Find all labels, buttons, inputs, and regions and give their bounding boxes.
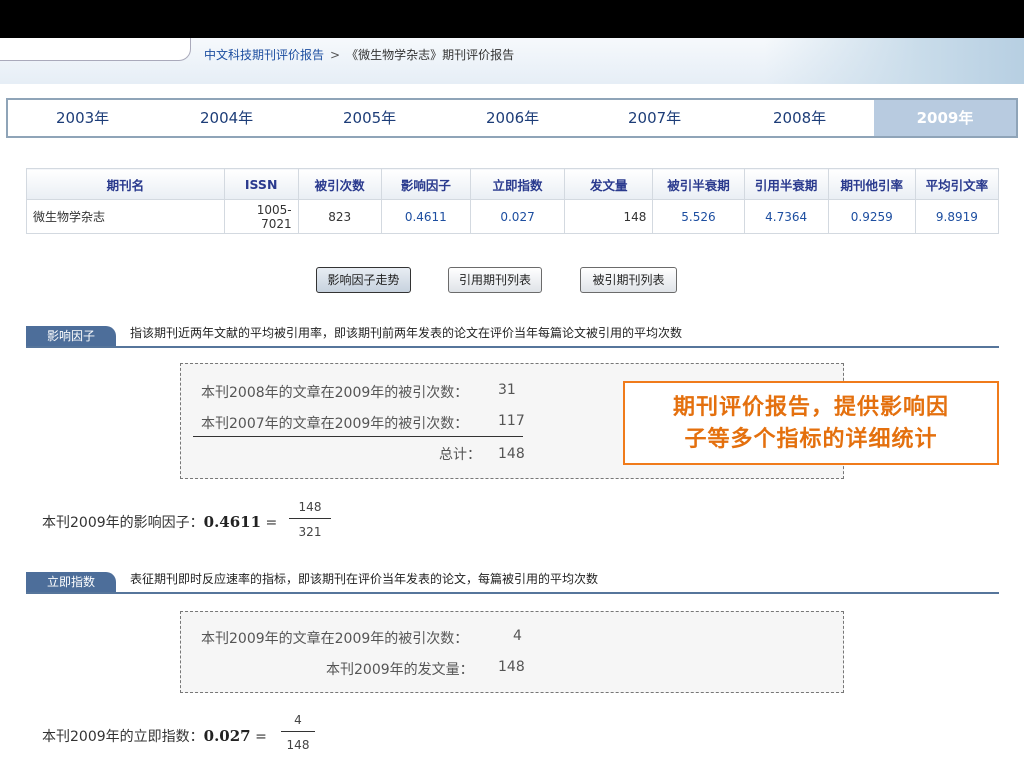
header-tab-decoration xyxy=(0,38,191,61)
tab-year-2005[interactable]: 2005年 xyxy=(343,100,396,136)
cell-cited-half-life: 5.526 xyxy=(652,199,745,234)
impact-formula-value: 0.4611 xyxy=(203,513,262,531)
breadcrumb: 中文科技期刊评价报告 > 《微生物学杂志》期刊评价报告 xyxy=(204,46,514,63)
cited-journals-button[interactable]: 被引期刊列表 xyxy=(580,267,677,293)
immediacy-calculation-box: 本刊2009年的文章在2009年的被引次数： 4 本刊2009年的发文量： 14… xyxy=(180,611,844,693)
impact-formula-equals: = xyxy=(265,515,278,531)
table-row: 微生物学杂志 1005-7021 823 0.4611 0.027 148 5.… xyxy=(26,199,1000,234)
header-citing-half-life: 引用半衰期 xyxy=(743,168,829,200)
cell-citing-half-life: 4.7364 xyxy=(743,199,829,234)
breadcrumb-current: 《微生物学杂志》期刊评价报告 xyxy=(346,48,515,62)
immediacy-fraction: 4 148 xyxy=(281,713,315,752)
tab-year-2006[interactable]: 2006年 xyxy=(486,100,539,136)
impact-formula-prefix: 本刊2009年的影响因子： xyxy=(42,515,204,531)
impact-row-2007-value: 117 xyxy=(498,413,525,429)
immediacy-row-citations-label: 本刊2009年的文章在2009年的被引次数： xyxy=(201,631,469,647)
immediacy-row-citations-value: 4 xyxy=(513,628,522,644)
immediacy-denominator: 148 xyxy=(286,738,310,752)
table-header-row: 期刊名 ISSN 被引次数 影响因子 立即指数 发文量 被引半衰期 引用半衰期 … xyxy=(26,168,1000,200)
immediacy-description: 表征期刊即时反应速率的指标，即该期刊在评价当年发表的论文，每篇被引用的平均次数 xyxy=(130,572,599,586)
immediacy-formula-equals: = xyxy=(255,729,267,745)
cell-avg-reference-rate: 9.8919 xyxy=(914,199,1000,234)
header-articles: 发文量 xyxy=(564,168,654,200)
immediacy-section-header: 立即指数 表征期刊即时反应速率的指标，即该期刊在评价当年发表的论文，每篇被引用的… xyxy=(26,570,999,594)
header-other-citation-rate: 期刊他引率 xyxy=(827,168,916,200)
citing-journals-button[interactable]: 引用期刊列表 xyxy=(448,267,542,293)
impact-sum-divider xyxy=(193,436,523,437)
impact-total-label: 总计： xyxy=(439,447,481,463)
callout-line-1: 期刊评价报告，提供影响因 xyxy=(672,395,949,420)
impact-row-2007-label: 本刊2007年的文章在2009年的被引次数： xyxy=(201,416,469,432)
immediacy-tag: 立即指数 xyxy=(26,572,116,592)
immediacy-formula-value: 0.027 xyxy=(203,727,251,745)
cell-journal-name: 微生物学杂志 xyxy=(26,199,225,234)
window-top-bar xyxy=(0,0,1024,38)
year-tab-bar: 2003年 2004年 2005年 2006年 2007年 2008年 2009… xyxy=(6,98,1018,138)
tab-year-2003[interactable]: 2003年 xyxy=(56,100,109,136)
impact-factor-section-header: 影响因子 指该期刊近两年文献的平均被引用率，即该期刊前两年发表的论文在评价当年每… xyxy=(26,324,999,348)
journal-stats-table: 期刊名 ISSN 被引次数 影响因子 立即指数 发文量 被引半衰期 引用半衰期 … xyxy=(26,168,1000,234)
breadcrumb-separator: > xyxy=(330,48,341,62)
header-cited-half-life: 被引半衰期 xyxy=(652,168,745,200)
header-avg-reference-rate: 平均引文率 xyxy=(914,168,1000,200)
cell-articles: 148 xyxy=(564,199,654,234)
impact-row-2008-label: 本刊2008年的文章在2009年的被引次数： xyxy=(201,385,469,401)
tab-year-2008[interactable]: 2008年 xyxy=(773,100,826,136)
immediacy-row-articles-value: 148 xyxy=(498,659,525,675)
header-issn: ISSN xyxy=(223,168,299,200)
immediacy-index-formula: 本刊2009年的立即指数：0.027 = xyxy=(42,726,267,746)
impact-total-value: 148 xyxy=(498,446,525,462)
impact-denominator: 321 xyxy=(298,525,322,539)
impact-factor-tag: 影响因子 xyxy=(26,326,116,346)
header-impact-factor: 影响因子 xyxy=(380,168,471,200)
cell-other-citation-rate: 0.9259 xyxy=(827,199,916,234)
header-journal-name: 期刊名 xyxy=(26,168,225,200)
immediacy-row-articles-label: 本刊2009年的发文量： xyxy=(326,662,474,678)
cell-issn: 1005-7021 xyxy=(223,199,299,234)
impact-factor-description: 指该期刊近两年文献的平均被引用率，即该期刊前两年发表的论文在评价当年每篇论文被引… xyxy=(130,326,683,340)
impact-trend-button[interactable]: 影响因子走势 xyxy=(316,267,411,293)
callout-line-2: 子等多个指标的详细统计 xyxy=(684,427,938,452)
header-citations: 被引次数 xyxy=(297,168,382,200)
breadcrumb-root-link[interactable]: 中文科技期刊评价报告 xyxy=(204,48,324,62)
cell-citations: 823 xyxy=(297,199,382,234)
header-immediacy-index: 立即指数 xyxy=(469,168,566,200)
cell-impact-factor: 0.4611 xyxy=(380,199,471,234)
impact-numerator: 148 xyxy=(298,500,322,514)
tab-year-2009[interactable]: 2009年 xyxy=(874,100,1016,136)
impact-row-2008-value: 31 xyxy=(498,382,516,398)
cell-immediacy-index: 0.027 xyxy=(469,199,566,234)
annotation-callout: 期刊评价报告，提供影响因 子等多个指标的详细统计 xyxy=(623,381,999,465)
impact-fraction: 148 321 xyxy=(289,500,331,539)
tab-year-2004[interactable]: 2004年 xyxy=(200,100,253,136)
impact-factor-formula: 本刊2009年的影响因子：0.4611 = xyxy=(42,512,277,532)
tab-year-2007[interactable]: 2007年 xyxy=(628,100,681,136)
header-decoration xyxy=(764,38,1024,84)
immediacy-numerator: 4 xyxy=(294,713,302,727)
immediacy-formula-prefix: 本刊2009年的立即指数： xyxy=(42,729,204,745)
